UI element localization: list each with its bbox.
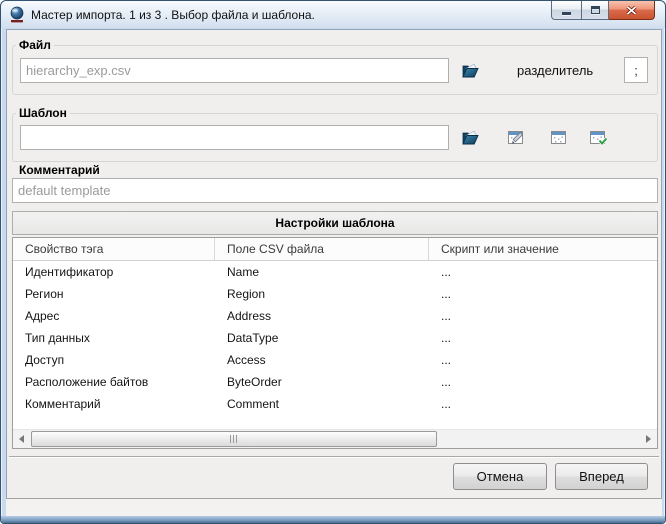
close-button[interactable]	[609, 1, 655, 20]
scrollbar-thumb[interactable]	[31, 431, 437, 447]
maximize-icon	[590, 6, 600, 14]
caption-buttons	[551, 1, 655, 20]
open-folder-icon	[462, 63, 479, 77]
horizontal-scrollbar[interactable]	[13, 429, 657, 448]
comment-label: Комментарий	[19, 163, 100, 177]
cell-csv-field: Comment	[227, 397, 280, 411]
cell-script[interactable]: ...	[429, 287, 657, 301]
template-input[interactable]	[20, 125, 449, 150]
cell-script[interactable]: ...	[429, 375, 657, 389]
table-row[interactable]: Тип данных DataType ...	[13, 327, 657, 349]
scroll-right-button[interactable]	[640, 430, 657, 448]
cell-property: Адрес	[25, 309, 60, 323]
cell-property: Комментарий	[25, 397, 101, 411]
edit-template-button[interactable]	[505, 127, 527, 149]
app-icon	[10, 6, 24, 22]
edit-template-icon	[507, 130, 523, 144]
cell-csv-field: Name	[227, 265, 260, 279]
table-row[interactable]: Комментарий Comment ...	[13, 393, 657, 415]
template-settings-button[interactable]	[547, 127, 569, 149]
grip-icon	[230, 435, 238, 443]
minimize-button[interactable]	[551, 1, 581, 20]
table-row[interactable]: Расположение байтов ByteOrder ...	[13, 371, 657, 393]
open-template-button[interactable]	[459, 127, 481, 149]
cell-csv-field: ByteOrder	[227, 375, 282, 389]
cell-csv-field: Access	[227, 353, 266, 367]
triangle-right-icon	[646, 435, 651, 443]
browse-file-button[interactable]	[459, 59, 481, 81]
column-header-property: Свойство тэга	[13, 238, 215, 260]
window-frame-bottom	[1, 516, 665, 523]
cell-property: Регион	[25, 287, 64, 301]
open-folder-icon	[462, 130, 479, 145]
minimize-icon	[562, 12, 571, 15]
close-icon	[626, 5, 637, 15]
triangle-left-icon	[19, 435, 24, 443]
template-window-icon	[550, 130, 566, 144]
cell-csv-field: Region	[227, 287, 266, 301]
file-path-input[interactable]	[20, 57, 449, 83]
settings-table: Свойство тэга Поле CSV файла Скрипт или …	[12, 237, 658, 449]
scroll-left-button[interactable]	[13, 430, 30, 448]
footer-separator	[9, 456, 659, 458]
apply-template-icon	[589, 130, 608, 146]
table-row[interactable]: Идентификатор Name ...	[13, 261, 657, 283]
file-group: Файл разделитель	[12, 38, 658, 95]
cell-property: Идентификатор	[25, 265, 114, 279]
table-row[interactable]: Регион Region ...	[13, 283, 657, 305]
scrollbar-track[interactable]	[30, 430, 640, 448]
cell-script[interactable]: ...	[429, 309, 657, 323]
apply-template-button[interactable]	[587, 127, 609, 149]
delimiter-label: разделитель	[517, 62, 594, 78]
delimiter-input[interactable]	[624, 57, 648, 83]
table-body: Идентификатор Name ... Регион Region ...…	[13, 261, 657, 415]
table-row[interactable]: Доступ Access ...	[13, 349, 657, 371]
file-group-label: Файл	[19, 38, 51, 52]
dialog-client-area: Файл разделитель Ш	[6, 29, 662, 499]
column-header-csv-field: Поле CSV файла	[215, 238, 429, 260]
settings-header: Настройки шаблона	[12, 211, 658, 235]
cancel-button[interactable]: Отмена	[453, 463, 547, 490]
cell-script[interactable]: ...	[429, 353, 657, 367]
import-wizard-dialog: Мастер импорта. 1 из 3 . Выбор файла и ш…	[0, 0, 666, 524]
cell-script[interactable]: ...	[429, 331, 657, 345]
table-header-row: Свойство тэга Поле CSV файла Скрипт или …	[13, 238, 657, 261]
cell-script[interactable]: ...	[429, 397, 657, 411]
template-group-label: Шаблон	[19, 106, 67, 120]
template-group: Шаблон	[12, 106, 658, 162]
cell-property: Доступ	[25, 353, 65, 367]
comment-input[interactable]	[12, 178, 658, 203]
table-row[interactable]: Адрес Address ...	[13, 305, 657, 327]
window-title: Мастер импорта. 1 из 3 . Выбор файла и ш…	[31, 7, 315, 22]
cell-property: Расположение байтов	[25, 375, 149, 389]
cell-csv-field: DataType	[227, 331, 279, 345]
maximize-button[interactable]	[581, 1, 609, 20]
cell-script[interactable]: ...	[429, 265, 657, 279]
cell-property: Тип данных	[25, 331, 90, 345]
titlebar: Мастер импорта. 1 из 3 . Выбор файла и ш…	[1, 1, 665, 28]
column-header-script: Скрипт или значение	[441, 242, 559, 256]
next-button[interactable]: Вперед	[555, 463, 648, 490]
cell-csv-field: Address	[227, 309, 272, 323]
